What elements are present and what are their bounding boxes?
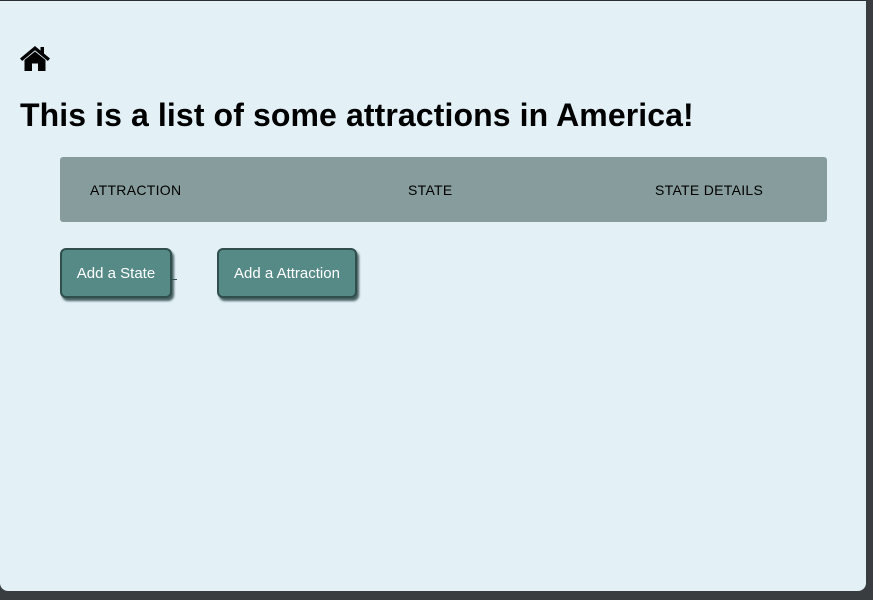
column-header-state-details: STATE DETAILS [655,182,764,198]
column-header-state: STATE [408,182,453,198]
add-attraction-button[interactable]: Add a Attraction [217,248,357,298]
column-header-attraction: ATTRACTION [90,182,182,198]
home-icon [19,44,51,72]
add-state-button[interactable]: Add a State [60,248,172,298]
divider [172,279,177,280]
home-link[interactable] [19,44,51,72]
page-title: This is a list of some attractions in Am… [20,97,694,133]
attractions-table-header: ATTRACTION STATE STATE DETAILS [60,157,827,222]
app-window: This is a list of some attractions in Am… [0,0,866,591]
